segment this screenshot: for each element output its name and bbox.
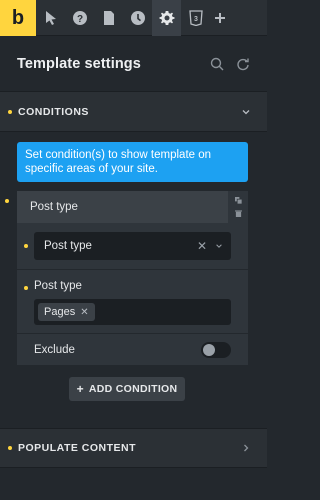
- condition-card-body: Post type ✕ Post type Pages ✕ Exclude: [17, 223, 248, 365]
- search-icon[interactable]: [210, 57, 224, 71]
- add-condition-button[interactable]: + ADD CONDITION: [68, 377, 186, 401]
- post-type-tags-input[interactable]: Pages ✕: [34, 299, 231, 325]
- toggle-knob: [203, 343, 215, 356]
- exclude-toggle[interactable]: [201, 341, 231, 358]
- page-title: Template settings: [17, 55, 141, 72]
- chevron-down-icon: [242, 109, 250, 114]
- pointer-icon[interactable]: [36, 0, 65, 36]
- conditions-section-label-wrap: CONDITIONS: [8, 106, 89, 118]
- css3-icon[interactable]: 3: [181, 0, 210, 36]
- condition-type-row: Post type ✕: [17, 223, 248, 269]
- populate-section-label-wrap: POPULATE CONTENT: [8, 442, 136, 454]
- panel-header: Template settings: [0, 36, 267, 92]
- tag-label: Pages: [44, 306, 76, 318]
- header-actions: [210, 57, 250, 71]
- exclude-row: Exclude: [17, 333, 248, 365]
- builder-panel: b ? 3 Template settings CONDITIONS Set c…: [0, 0, 267, 500]
- populate-section-toggle[interactable]: POPULATE CONTENT: [0, 428, 267, 468]
- conditions-body: Set condition(s) to show template on spe…: [0, 132, 267, 416]
- modified-indicator: [8, 109, 12, 114]
- modified-indicator: [24, 286, 28, 290]
- populate-section-label: POPULATE CONTENT: [18, 442, 137, 454]
- brand-letter: b: [11, 6, 25, 29]
- panel-footer-space: [0, 468, 267, 500]
- page-icon[interactable]: [94, 0, 123, 36]
- chevron-down-icon[interactable]: [215, 242, 223, 250]
- add-condition-label: ADD CONDITION: [88, 383, 178, 395]
- conditions-section-label: CONDITIONS: [18, 105, 89, 118]
- refresh-icon[interactable]: [236, 57, 250, 71]
- copy-icon[interactable]: [234, 197, 242, 204]
- svg-text:3: 3: [194, 16, 198, 23]
- plus-icon: +: [76, 382, 84, 396]
- condition-card-title[interactable]: Post type: [17, 191, 228, 223]
- select-controls: ✕: [197, 239, 223, 253]
- condition-card-actions: [228, 191, 248, 223]
- modified-indicator: [24, 244, 28, 248]
- add-condition-wrap: + ADD CONDITION: [16, 377, 247, 401]
- exclude-label: Exclude: [34, 343, 75, 356]
- settings-icon[interactable]: [152, 0, 181, 36]
- svg-text:?: ?: [76, 14, 82, 25]
- info-message: Set condition(s) to show template on spe…: [17, 142, 248, 182]
- brand-logo[interactable]: b: [0, 0, 36, 36]
- modified-indicator: [5, 199, 9, 203]
- history-icon[interactable]: [123, 0, 152, 36]
- condition-card: Post type Post type ✕ Post type Pages ✕ …: [5, 191, 248, 365]
- modified-indicator: [8, 446, 12, 450]
- remove-tag-icon[interactable]: ✕: [80, 307, 88, 318]
- chevron-right-icon: [244, 444, 249, 452]
- tag-chip: Pages ✕: [38, 303, 95, 321]
- post-type-field: Post type Pages ✕: [17, 269, 248, 333]
- add-icon[interactable]: [210, 0, 230, 36]
- help-icon[interactable]: ?: [65, 0, 94, 36]
- post-type-label: Post type: [34, 280, 82, 292]
- conditions-section-toggle[interactable]: CONDITIONS: [0, 92, 267, 132]
- top-toolbar: b ? 3: [0, 0, 267, 36]
- condition-type-select[interactable]: Post type ✕: [34, 232, 231, 260]
- trash-icon[interactable]: [234, 210, 242, 217]
- clear-icon[interactable]: ✕: [197, 239, 207, 253]
- condition-type-value: Post type: [44, 240, 92, 252]
